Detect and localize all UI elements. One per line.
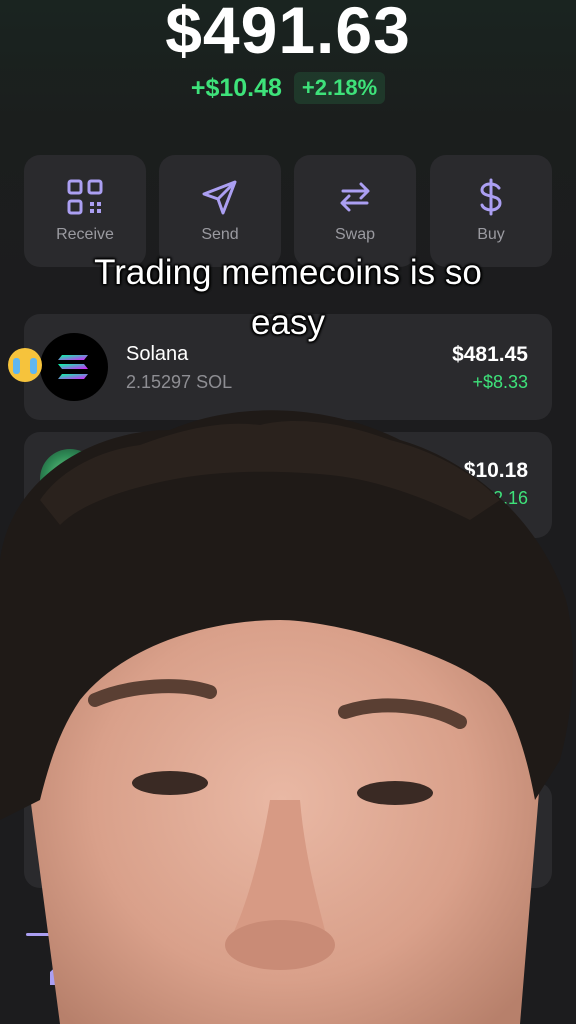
crying-emoji-icon	[8, 348, 42, 382]
qr-code-icon	[67, 179, 103, 215]
wallet-screen: $491.63 +$10.48 +2.18% Receive Send Swap…	[0, 0, 576, 1024]
active-tab-indicator	[26, 933, 66, 936]
swap-label: Swap	[334, 226, 376, 243]
token-logo-icon	[40, 808, 94, 862]
token-value: .00	[498, 812, 528, 835]
send-label: Send	[201, 226, 239, 243]
balance-change-percent: +2.18%	[293, 72, 386, 104]
memecoin-logo-icon	[40, 449, 100, 509]
token-value: $10.18	[463, 459, 528, 482]
receive-label: Receive	[56, 226, 114, 243]
balance-change-amount: +$10.48	[190, 73, 282, 102]
send-icon	[202, 180, 237, 215]
bottom-tab-bar	[0, 930, 576, 1024]
buy-label: Buy	[477, 226, 505, 243]
token-row-memecoin[interactable]: $10.18 $2.16	[24, 432, 552, 538]
token-change: $2.16	[482, 488, 528, 508]
token-change: 0.00	[492, 842, 528, 862]
token-row-third[interactable]: .00 0.00	[24, 782, 552, 888]
caption-line-2-text: easy	[251, 303, 325, 342]
swap-icon	[340, 182, 370, 212]
balance-change-row: +$10.48 +2.18%	[0, 72, 576, 104]
wallet-balance: $491.63	[165, 0, 411, 67]
caption-line-1: Trading memecoins is so	[94, 253, 482, 292]
dollar-icon	[480, 178, 502, 216]
caption-line-2: easy	[0, 298, 576, 382]
home-icon[interactable]	[46, 958, 76, 988]
video-caption: Trading memecoins is so easy	[0, 248, 576, 382]
compass-icon[interactable]	[490, 956, 524, 990]
